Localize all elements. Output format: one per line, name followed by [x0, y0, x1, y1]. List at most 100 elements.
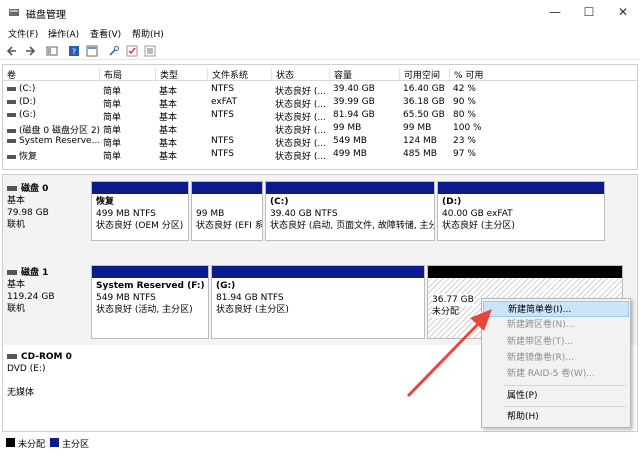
drive-icon	[7, 112, 16, 117]
col-header-type[interactable]: 类型	[155, 68, 178, 82]
cell-volume: 恢复	[3, 149, 37, 162]
disk-1-type: 基本	[7, 280, 26, 290]
tasks-icon[interactable]	[144, 45, 156, 57]
partition-efi[interactable]: 99 MB 状态良好 (EFI 系	[191, 181, 263, 241]
partition-bar	[192, 182, 262, 194]
partition-bar	[438, 182, 604, 194]
cell-free-space: 36.18 GB	[403, 97, 445, 107]
table-row[interactable]: 恢复 简单 基本 NTFS 状态良好 (... 499 MB 485 MB 97 %	[3, 148, 637, 162]
cell-layout: 简单	[103, 152, 122, 162]
menu-new-raid5-volume[interactable]: 新建 RAID-5 卷(W)...	[483, 366, 629, 382]
partition-status: 未分配	[432, 306, 460, 318]
col-header-free-space[interactable]: 可用空间	[399, 68, 440, 82]
menu-action[interactable]: 操作(A)	[48, 27, 79, 40]
menu-bar: 文件(F) 操作(A) 查看(V) 帮助(H)	[0, 24, 640, 42]
key-icon[interactable]	[108, 45, 120, 57]
cell-volume: (C:)	[3, 84, 35, 94]
menu-new-spanned-volume[interactable]: 新建跨区卷(N)...	[483, 317, 629, 333]
maximize-button[interactable]: ☐	[574, 2, 604, 22]
volume-name: (D:)	[19, 97, 36, 107]
help-icon[interactable]: ?	[68, 45, 80, 57]
cell-free-space: 485 MB	[403, 149, 437, 159]
col-header-filesystem[interactable]: 文件系统	[207, 68, 248, 82]
menu-properties[interactable]: 属性(P)	[483, 388, 629, 404]
partition-title: (G:)	[216, 281, 236, 291]
volume-name: (C:)	[19, 84, 36, 94]
legend-label-unallocated: 未分配	[18, 440, 46, 450]
cell-capacity: 499 MB	[333, 149, 367, 159]
partition-g[interactable]: (G:) 81.94 GB NTFS 状态良好 (主分区)	[211, 265, 425, 339]
cdrom-name: CD-ROM 0	[21, 352, 72, 362]
table-row[interactable]: (D:) 简单 基本 exFAT 状态良好 (... 39.99 GB 36.18 GB 90…	[3, 96, 637, 110]
partition-size: 36.77 GB	[432, 294, 474, 306]
partition-c[interactable]: (C:) 39.40 GB NTFS 状态良好 (启动, 页面文件, 故障转储,…	[265, 181, 435, 241]
cell-filesystem: NTFS	[211, 136, 234, 146]
partition-bar	[92, 266, 208, 278]
partition-title	[196, 196, 260, 208]
table-row[interactable]: System Reserve... 简单 基本 NTFS 状态良好 (... 549 MB…	[3, 135, 637, 149]
menu-help-item[interactable]: 帮助(H)	[483, 409, 629, 425]
cell-filesystem: NTFS	[211, 110, 234, 120]
cdrom-type: DVD (E:)	[7, 364, 46, 374]
menu-separator	[504, 406, 626, 407]
cell-percent-free: 90 %	[453, 97, 476, 107]
cell-capacity: 39.40 GB	[333, 84, 375, 94]
disk-management-icon	[9, 9, 19, 16]
col-header-volume[interactable]: 卷	[3, 68, 16, 82]
cell-percent-free: 80 %	[453, 110, 476, 120]
disk-0-size: 79.98 GB	[7, 208, 49, 218]
cell-free-space: 99 MB	[403, 123, 432, 133]
drive-icon	[7, 138, 16, 143]
menu-new-mirrored-volume[interactable]: 新建镜像卷(R)...	[483, 350, 629, 366]
table-header: 卷 布局 类型 文件系统 状态 容量 可用空间 % 可用	[3, 65, 637, 82]
legend-swatch-primary	[50, 438, 59, 447]
menu-new-striped-volume[interactable]: 新建带区卷(T)...	[483, 334, 629, 350]
minimize-button[interactable]: —	[540, 2, 570, 22]
partition-status: 状态良好 (EFI 系	[196, 221, 263, 231]
table-row[interactable]: (C:) 简单 基本 NTFS 状态良好 (... 39.40 GB 16.40 GB 42 …	[3, 83, 637, 97]
back-icon[interactable]	[6, 45, 18, 57]
partition-bar	[212, 266, 424, 278]
cell-volume: (G:)	[3, 110, 36, 120]
disk-1-size: 119.24 GB	[7, 292, 55, 302]
partition-bar	[266, 182, 434, 194]
menu-new-simple-volume[interactable]: 新建简单卷(I)...	[483, 301, 629, 317]
partition-bar	[92, 182, 188, 194]
menu-help[interactable]: 帮助(H)	[132, 27, 164, 40]
check-icon[interactable]	[126, 45, 138, 57]
drive-icon	[7, 86, 16, 91]
cell-free-space: 124 MB	[403, 136, 437, 146]
partition-status: 状态良好 (启动, 页面文件, 故障转储, 主分	[270, 221, 435, 231]
disk-0-label[interactable]: 磁盘 0 基本 79.98 GB 联机	[7, 183, 89, 231]
partition-status: 状态良好 (主分区)	[442, 221, 515, 231]
partition-title: (C:)	[270, 197, 289, 207]
col-header-status[interactable]: 状态	[271, 68, 294, 82]
disk-icon	[7, 270, 17, 275]
drive-icon	[7, 154, 16, 159]
cell-filesystem: exFAT	[211, 97, 238, 107]
col-header-layout[interactable]: 布局	[99, 68, 122, 82]
table-row[interactable]: (磁盘 0 磁盘分区 2) 简单 基本 状态良好 (... 99 MB 99 MB 100 …	[3, 122, 637, 136]
partition-d[interactable]: (D:) 40.00 GB exFAT 状态良好 (主分区)	[437, 181, 605, 241]
col-header-percent-free[interactable]: % 可用	[449, 68, 483, 82]
close-button[interactable]: ✕	[608, 2, 638, 22]
context-menu: 新建简单卷(I)... 新建跨区卷(N)... 新建带区卷(T)... 新建镜像…	[481, 298, 631, 428]
list-icon[interactable]	[46, 45, 58, 57]
partition-status: 状态良好 (活动, 主分区)	[96, 305, 193, 315]
partition-title: 恢复	[96, 197, 115, 207]
col-header-capacity[interactable]: 容量	[329, 68, 352, 82]
cell-status: 状态良好 (...	[275, 152, 326, 162]
disk-1-label[interactable]: 磁盘 1 基本 119.24 GB 联机	[7, 267, 89, 315]
partition-recovery[interactable]: 恢复 499 MB NTFS 状态良好 (OEM 分区)	[91, 181, 189, 241]
cell-capacity: 549 MB	[333, 136, 367, 146]
table-row[interactable]: (G:) 简单 基本 NTFS 状态良好 (... 81.94 GB 65.50 GB 80 …	[3, 109, 637, 123]
menu-file[interactable]: 文件(F)	[8, 27, 38, 40]
properties-icon[interactable]	[86, 45, 98, 57]
cdrom-label[interactable]: CD-ROM 0 DVD (E:) 无媒体	[7, 351, 89, 399]
drive-icon	[7, 99, 16, 104]
menu-view[interactable]: 查看(V)	[90, 27, 121, 40]
partition-system-reserved[interactable]: System Reserved (F:) 549 MB NTFS 状态良好 (活…	[91, 265, 209, 339]
forward-icon[interactable]	[24, 45, 36, 57]
drive-icon	[7, 128, 16, 133]
volume-name: 恢复	[19, 152, 38, 162]
